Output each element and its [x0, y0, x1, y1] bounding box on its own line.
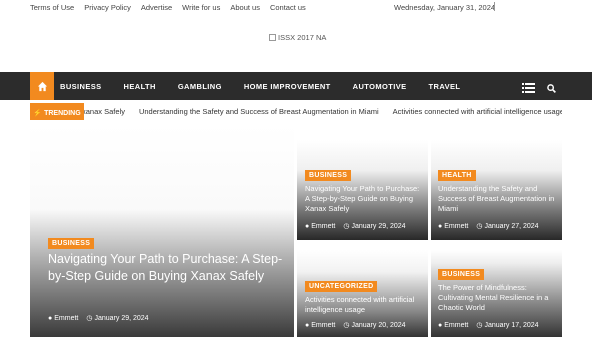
post-card[interactable]: BUSINESS The Power of Mindfulness: Culti…	[431, 250, 562, 337]
clock-icon: ◷	[343, 223, 350, 230]
post-category-badge[interactable]: HEALTH	[438, 170, 476, 181]
post-author[interactable]: Emmett	[444, 322, 468, 329]
search-icon[interactable]	[547, 80, 556, 98]
home-icon	[37, 81, 47, 91]
top-links: Terms of Use Privacy Policy Advertise Wr…	[30, 3, 306, 12]
post-title[interactable]: Activities connected with artificial int…	[305, 295, 423, 315]
user-icon: ●	[305, 222, 310, 230]
trending-item[interactable]: xanax Safely	[82, 107, 125, 116]
top-link-about[interactable]: About us	[230, 3, 260, 12]
main-navigation: BUSINESS HEALTH GAMBLING HOME IMPROVEMEN…	[0, 72, 592, 100]
nav-item-health[interactable]: HEALTH	[124, 82, 156, 91]
clock-icon: ◷	[476, 322, 483, 329]
broken-image-icon	[269, 34, 276, 41]
post-author[interactable]: Emmett	[311, 223, 335, 230]
trending-ticker: xanax Safely Understanding the Safety an…	[82, 107, 562, 116]
featured-post-card[interactable]: BUSINESS Navigating Your Path to Purchas…	[30, 124, 294, 337]
post-category-badge[interactable]: BUSINESS	[305, 170, 352, 181]
top-link-terms[interactable]: Terms of Use	[30, 3, 74, 12]
post-card[interactable]: BUSINESS Navigating Your Path to Purchas…	[297, 140, 428, 240]
clock-icon: ◷	[343, 322, 350, 329]
post-meta: ● Emmett ◷ January 27, 2024	[438, 222, 539, 231]
post-image-overlay	[30, 124, 294, 337]
post-date[interactable]: January 29, 2024	[351, 223, 405, 230]
nav-item-automotive[interactable]: AUTOMOTIVE	[353, 82, 407, 91]
lightning-icon: ⚡	[33, 110, 43, 117]
post-meta: ● Emmett ◷ January 29, 2024	[48, 314, 149, 323]
user-icon: ●	[438, 321, 443, 329]
nav-item-gambling[interactable]: GAMBLING	[178, 82, 222, 91]
post-date[interactable]: January 29, 2024	[94, 315, 148, 322]
menu-icon[interactable]	[522, 80, 535, 98]
post-title[interactable]: Understanding the Safety and Success of …	[438, 184, 556, 214]
nav-items: BUSINESS HEALTH GAMBLING HOME IMPROVEMEN…	[60, 72, 482, 100]
top-link-advertise[interactable]: Advertise	[141, 3, 172, 12]
post-title[interactable]: Navigating Your Path to Purchase: A Step…	[305, 184, 423, 214]
trending-item[interactable]: Activities connected with artificial int…	[393, 107, 562, 116]
home-button[interactable]	[30, 72, 54, 100]
post-meta: ● Emmett ◷ January 17, 2024	[438, 321, 539, 330]
top-link-privacy[interactable]: Privacy Policy	[84, 3, 131, 12]
trending-bar: ⚡ TRENDING xanax Safely Understanding th…	[30, 103, 562, 120]
user-icon: ●	[438, 222, 443, 230]
user-icon: ●	[48, 314, 53, 322]
post-card[interactable]: HEALTH Understanding the Safety and Succ…	[431, 140, 562, 240]
post-date[interactable]: January 20, 2024	[351, 322, 405, 329]
post-title[interactable]: Navigating Your Path to Purchase: A Step…	[48, 251, 284, 285]
nav-item-business[interactable]: BUSINESS	[60, 82, 102, 91]
trending-label: ⚡ TRENDING	[30, 103, 84, 120]
trending-label-text: TRENDING	[44, 109, 81, 117]
post-date[interactable]: January 17, 2024	[484, 322, 538, 329]
site-logo[interactable]: ISSX 2017 NA	[269, 33, 326, 42]
current-date: Wednesday, January 31, 2024	[394, 3, 496, 12]
post-category-badge[interactable]: BUSINESS	[48, 238, 95, 249]
trending-item[interactable]: Understanding the Safety and Success of …	[139, 107, 379, 116]
clock-icon: ◷	[476, 223, 483, 230]
user-icon: ●	[305, 321, 310, 329]
post-meta: ● Emmett ◷ January 20, 2024	[305, 321, 406, 330]
post-author[interactable]: Emmett	[311, 322, 335, 329]
top-link-write[interactable]: Write for us	[182, 3, 220, 12]
post-category-badge[interactable]: UNCATEGORIZED	[305, 281, 378, 292]
clock-icon: ◷	[86, 315, 93, 322]
nav-icons	[522, 80, 556, 98]
post-category-badge[interactable]: BUSINESS	[438, 269, 485, 280]
nav-item-travel[interactable]: TRAVEL	[429, 82, 461, 91]
post-author[interactable]: Emmett	[54, 315, 78, 322]
post-card[interactable]: UNCATEGORIZED Activities connected with …	[297, 250, 428, 337]
top-bar: Terms of Use Privacy Policy Advertise Wr…	[0, 0, 592, 14]
logo-alt-text: ISSX 2017 NA	[278, 33, 327, 42]
nav-item-home-improvement[interactable]: HOME IMPROVEMENT	[244, 82, 331, 91]
post-meta: ● Emmett ◷ January 29, 2024	[305, 222, 406, 231]
post-title[interactable]: The Power of Mindfulness: Cultivating Me…	[438, 283, 558, 313]
divider	[494, 2, 495, 11]
top-link-contact[interactable]: Contact us	[270, 3, 306, 12]
post-date[interactable]: January 27, 2024	[484, 223, 538, 230]
post-author[interactable]: Emmett	[444, 223, 468, 230]
